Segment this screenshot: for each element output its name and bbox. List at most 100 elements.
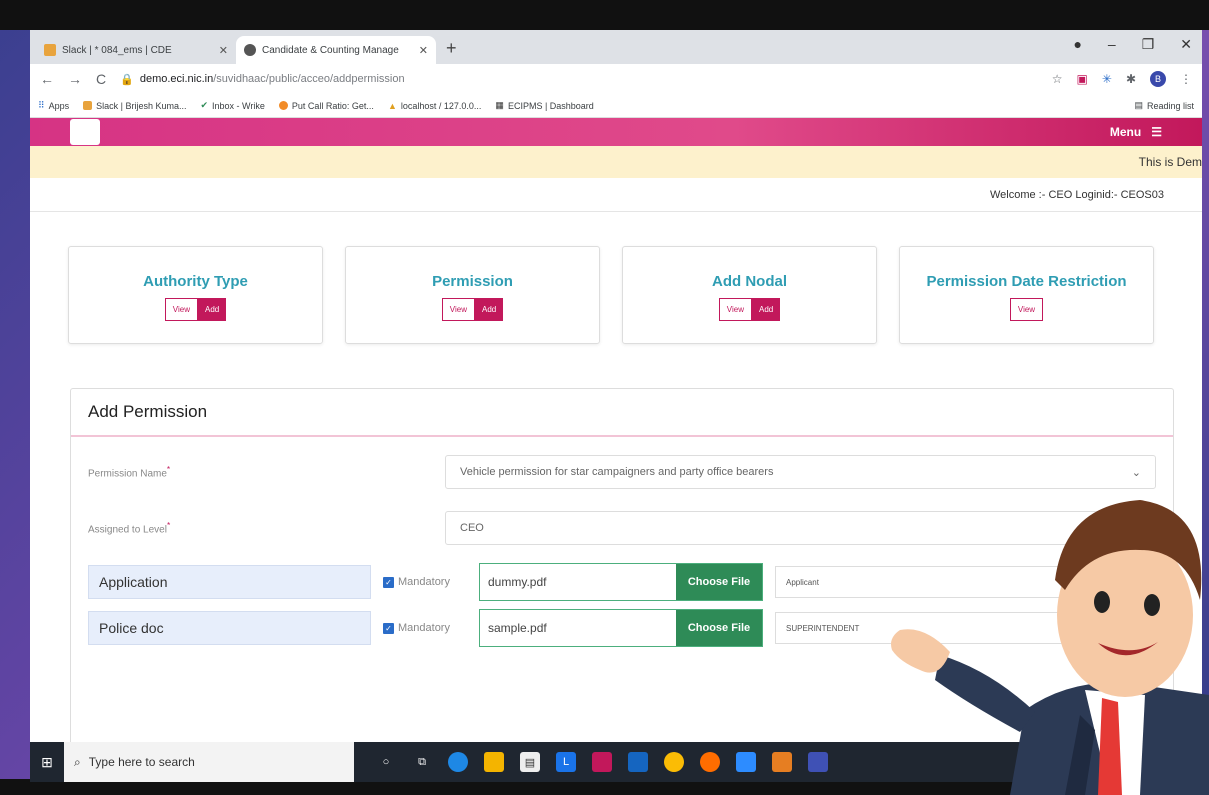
url-host: demo.eci.nic.in bbox=[139, 73, 214, 85]
back-icon[interactable]: ← bbox=[40, 71, 54, 87]
file-input[interactable]: dummy.pdf Choose File bbox=[479, 563, 763, 601]
file-input[interactable]: sample.pdf Choose File bbox=[479, 609, 763, 647]
reading-list-icon: ▤ bbox=[1134, 100, 1143, 110]
task-view-icon[interactable]: ⧉ bbox=[412, 752, 432, 772]
card-permission-date-restriction: Permission Date Restriction View bbox=[899, 246, 1154, 344]
close-icon[interactable]: ✕ bbox=[419, 44, 428, 57]
extensions: ☆ ▣ ✳ ✱ B ⋮ bbox=[1052, 71, 1192, 87]
choose-file-button[interactable]: Choose File bbox=[676, 610, 762, 646]
app-icon[interactable] bbox=[808, 752, 828, 772]
card-title: Authority Type bbox=[143, 273, 248, 290]
checkbox-icon: ✓ bbox=[383, 622, 394, 634]
card-title: Permission Date Restriction bbox=[926, 273, 1127, 290]
panel-title: Add Permission bbox=[71, 389, 1173, 437]
star-icon[interactable]: ☆ bbox=[1052, 72, 1063, 86]
top-frame-bar bbox=[0, 0, 1209, 30]
view-button[interactable]: View bbox=[1009, 298, 1044, 321]
view-button[interactable]: View bbox=[718, 298, 752, 321]
chrome-icon[interactable] bbox=[664, 752, 684, 772]
bookmark-wrike[interactable]: ✔ Inbox - Wrike bbox=[200, 100, 264, 111]
document-name: Police doc bbox=[88, 611, 371, 645]
bookmark-putcall[interactable]: Put Call Ratio: Get... bbox=[278, 101, 374, 111]
url-field[interactable]: 🔒 demo.eci.nic.in/suvidhaac/public/acceo… bbox=[120, 73, 1038, 86]
mail-icon[interactable] bbox=[628, 752, 648, 772]
tie bbox=[1098, 698, 1122, 795]
add-button[interactable]: Add bbox=[197, 298, 227, 321]
welcome-text: Welcome :- CEO Loginid:- CEOS03 bbox=[30, 178, 1202, 212]
checkbox-icon: ✓ bbox=[383, 576, 394, 588]
hamburger-icon: ☰ bbox=[1151, 125, 1162, 139]
add-button[interactable]: Add bbox=[474, 298, 504, 321]
extension-icon[interactable]: ✳ bbox=[1102, 72, 1112, 86]
tab-slack[interactable]: Slack | * 084_ems | CDE ✕ bbox=[36, 36, 236, 64]
site-logo bbox=[70, 119, 100, 145]
close-icon[interactable]: ✕ bbox=[219, 44, 228, 57]
slack-icon bbox=[83, 101, 93, 110]
left-eye bbox=[1094, 591, 1110, 613]
edge-icon[interactable] bbox=[448, 752, 468, 772]
site-header: Menu ☰ bbox=[30, 118, 1202, 146]
app-icon[interactable]: L bbox=[556, 752, 576, 772]
action-cards: Authority Type View Add Permission View Ad… bbox=[30, 212, 1202, 344]
file-explorer-icon[interactable] bbox=[484, 752, 504, 772]
add-button[interactable]: Add bbox=[751, 298, 781, 321]
slack-icon bbox=[44, 44, 56, 56]
arm bbox=[935, 655, 1035, 732]
puzzle-icon[interactable]: ✱ bbox=[1126, 72, 1136, 86]
taskbar-search[interactable]: ⌕ Type here to search bbox=[64, 742, 354, 782]
circle-icon bbox=[278, 101, 288, 110]
cortana-icon[interactable]: ○ bbox=[376, 752, 396, 772]
tab-candidate[interactable]: Candidate & Counting Manage ✕ bbox=[236, 36, 436, 64]
minimize-button[interactable]: – bbox=[1108, 36, 1116, 53]
view-button[interactable]: View bbox=[164, 298, 198, 321]
new-tab-button[interactable]: + bbox=[446, 38, 457, 59]
view-button[interactable]: View bbox=[441, 298, 475, 321]
tab-title: Candidate & Counting Manage bbox=[262, 44, 399, 56]
forward-icon[interactable]: → bbox=[68, 71, 82, 87]
lock-icon: 🔒 bbox=[120, 73, 134, 86]
assigned-level-label: Assigned to Level* bbox=[88, 520, 171, 536]
close-window-button[interactable]: ✕ bbox=[1180, 36, 1192, 53]
tab-title: Slack | * 084_ems | CDE bbox=[62, 44, 172, 56]
bookmark-ecipms[interactable]: ▦ ECIPMS | Dashboard bbox=[495, 100, 593, 111]
presenter-character-illustration bbox=[891, 500, 1209, 795]
search-icon: ⌕ bbox=[74, 754, 81, 769]
hand bbox=[891, 629, 950, 673]
demo-notice: This is Dem bbox=[30, 146, 1202, 178]
menu-button[interactable]: Menu ☰ bbox=[1110, 125, 1162, 139]
firefox-icon[interactable] bbox=[700, 752, 720, 772]
reading-list[interactable]: ▤ Reading list bbox=[1134, 100, 1194, 111]
reload-icon[interactable]: C bbox=[96, 71, 106, 87]
choose-file-button[interactable]: Choose File bbox=[676, 564, 762, 600]
bookmark-apps[interactable]: ⠿ Apps bbox=[38, 100, 69, 111]
permission-name-label: Permission Name* bbox=[88, 464, 171, 480]
maximize-button[interactable]: ❐ bbox=[1142, 36, 1155, 53]
store-icon[interactable]: ▤ bbox=[520, 752, 540, 772]
taskbar-apps: ○ ⧉ ▤ L bbox=[354, 752, 828, 772]
card-authority-type: Authority Type View Add bbox=[68, 246, 323, 344]
app-icon[interactable] bbox=[592, 752, 612, 772]
window-controls: ● – ❐ ✕ bbox=[1073, 36, 1192, 53]
bookmark-localhost[interactable]: ▲ localhost / 127.0.0... bbox=[388, 101, 481, 111]
card-title: Add Nodal bbox=[712, 273, 787, 290]
bookmark-slack[interactable]: Slack | Brijesh Kuma... bbox=[83, 101, 186, 111]
mandatory-checkbox[interactable]: ✓ Mandatory bbox=[383, 622, 467, 634]
address-bar-row: ← → C 🔒 demo.eci.nic.in/suvidhaac/public… bbox=[30, 64, 1202, 94]
profile-avatar[interactable]: B bbox=[1150, 71, 1166, 87]
extension-icon[interactable]: ▣ bbox=[1077, 72, 1088, 86]
db-icon: ▲ bbox=[387, 100, 397, 111]
document-name: Application bbox=[88, 565, 371, 599]
right-eye bbox=[1144, 594, 1160, 616]
record-icon[interactable]: ● bbox=[1073, 36, 1081, 53]
app-icon[interactable] bbox=[772, 752, 792, 772]
card-permission: Permission View Add bbox=[345, 246, 600, 344]
kebab-menu-icon[interactable]: ⋮ bbox=[1180, 72, 1192, 86]
building-icon: ▦ bbox=[495, 100, 504, 110]
card-add-nodal: Add Nodal View Add bbox=[622, 246, 877, 344]
check-icon: ✔ bbox=[200, 100, 209, 110]
apps-grid-icon: ⠿ bbox=[38, 100, 45, 110]
bookmarks-bar: ⠿ Apps Slack | Brijesh Kuma... ✔ Inbox - W… bbox=[30, 94, 1202, 118]
windows-start-icon[interactable]: ⊞ bbox=[30, 754, 64, 771]
mandatory-checkbox[interactable]: ✓ Mandatory bbox=[383, 576, 467, 588]
zoom-icon[interactable] bbox=[736, 752, 756, 772]
